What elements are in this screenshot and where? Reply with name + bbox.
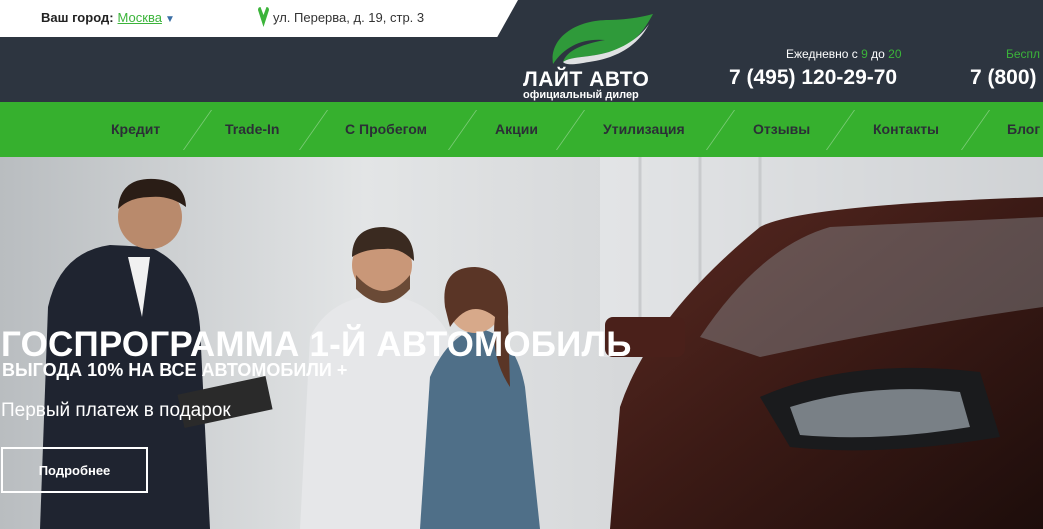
hero-banner: ГОСПРОГРАММА 1-Й АВТОМОБИЛЬ ВЫГОДА 10% Н… <box>0 157 1043 529</box>
working-hours: Ежедневно с 9 до 20 <box>786 47 902 61</box>
site-header: Ваш город: Москва ▼ ул. Перерва, д. 19, ст… <box>0 0 1043 102</box>
hours-mid: до <box>871 47 885 61</box>
nav-item-used[interactable]: С Пробегом <box>345 102 427 157</box>
hours-prefix: Ежедневно с <box>786 47 858 61</box>
phone-free[interactable]: 7 (800) <box>970 66 1037 90</box>
address-text: ул. Перерва, д. 19, стр. 3 <box>273 9 425 25</box>
nav-divider <box>960 110 991 150</box>
address: ул. Перерва, д. 19, стр. 3 <box>258 7 424 27</box>
phone-main[interactable]: 7 (495) 120-29-70 <box>729 66 897 90</box>
main-nav: Кредит Trade-In С Пробегом Акции Утилиза… <box>0 102 1043 157</box>
nav-item-trade-in[interactable]: Trade-In <box>225 102 279 157</box>
leaf-logo-icon <box>552 14 653 65</box>
nav-divider <box>447 110 478 150</box>
city-label: Ваш город: <box>41 10 114 25</box>
hero-title: ГОСПРОГРАММА 1-Й АВТОМОБИЛЬ <box>1 325 632 364</box>
caret-down-icon[interactable]: ▼ <box>165 14 175 25</box>
nav-divider <box>825 110 856 150</box>
location-pin-icon <box>258 7 269 27</box>
city-link[interactable]: Москва <box>118 10 162 25</box>
nav-divider <box>705 110 736 150</box>
city-selector: Ваш город: Москва ▼ <box>41 10 175 25</box>
nav-divider <box>298 110 329 150</box>
free-call-label: Беспл <box>1006 47 1041 61</box>
nav-item-credit[interactable]: Кредит <box>111 102 160 157</box>
hours-to: 20 <box>888 47 902 61</box>
nav-divider <box>182 110 213 150</box>
more-button[interactable]: Подробнее <box>1 447 148 493</box>
nav-divider <box>555 110 586 150</box>
hero-text: Первый платеж в подарок <box>1 400 231 421</box>
hours-from: 9 <box>861 47 868 61</box>
nav-item-promo[interactable]: Акции <box>495 102 538 157</box>
hero-subtitle: ВЫГОДА 10% НА ВСЕ АВТОМОБИЛИ + <box>2 360 348 380</box>
logo-subtitle: официальный дилер <box>523 89 639 101</box>
nav-item-recycling[interactable]: Утилизация <box>603 102 685 157</box>
nav-item-blog[interactable]: Блог <box>1007 102 1040 157</box>
logo[interactable]: ЛАЙТ АВТО официальный дилер <box>523 14 658 102</box>
nav-item-contacts[interactable]: Контакты <box>873 102 939 157</box>
nav-item-reviews[interactable]: Отзывы <box>753 102 810 157</box>
